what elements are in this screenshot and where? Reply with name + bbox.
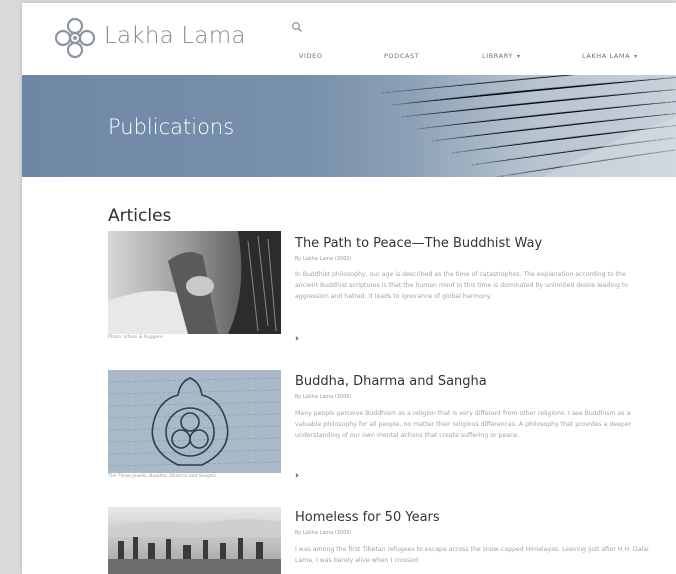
article-item: Photo: Istvan & Ruggero The Path to Peac…: [108, 231, 668, 361]
search-icon[interactable]: [291, 21, 303, 33]
article-byline: By Lakha Lama (2006): [295, 394, 352, 400]
page-title: Publications: [108, 115, 235, 139]
article-thumbnail[interactable]: [108, 507, 281, 574]
section-title: Articles: [108, 206, 172, 226]
article-excerpt: Many people perceive Buddhism as a relig…: [295, 410, 632, 439]
article-title[interactable]: Buddha, Dharma and Sangha: [295, 374, 487, 389]
three-jewels-image: [108, 370, 281, 473]
article-byline: By Lakha Lama (2002): [295, 256, 352, 262]
nav-video[interactable]: VIDEO: [299, 52, 323, 60]
nav-podcast[interactable]: PODCAST: [384, 52, 419, 60]
nav-lakha-lama-label: LAKHA LAMA: [582, 52, 631, 60]
article-title[interactable]: The Path to Peace—The Buddhist Way: [295, 236, 542, 251]
article-thumbnail[interactable]: [108, 231, 281, 334]
nav-podcast-label: PODCAST: [384, 52, 420, 60]
nav-library[interactable]: LIBRARY ▾: [482, 52, 521, 60]
chevron-down-icon: ▾: [634, 53, 638, 60]
nav-library-label: LIBRARY: [482, 52, 513, 60]
nav-video-label: VIDEO: [299, 52, 323, 60]
page: Lakha Lama VIDEO PODCAST LIBRARY ▾ LAKHA …: [22, 3, 676, 574]
refugees-photo-image: [108, 507, 281, 574]
article-item: The Three Jewels: Buddha, Dharma and San…: [108, 370, 668, 500]
article-excerpt: In Buddhist philosophy, our age is descr…: [295, 271, 629, 300]
article-item: Homeless for 50 Years By Lakha Lama (200…: [108, 507, 668, 574]
hero-banner: Publications: [22, 75, 676, 177]
article-byline: By Lakha Lama (2009): [295, 530, 352, 536]
site-header: Lakha Lama VIDEO PODCAST LIBRARY ▾ LAKHA …: [22, 3, 676, 75]
nav-lakha-lama[interactable]: LAKHA LAMA ▾: [582, 52, 638, 60]
article-excerpt: I was among the first Tibetan refugees t…: [295, 546, 649, 564]
chevron-down-icon: ▾: [516, 53, 521, 60]
endless-knot-logo-icon[interactable]: [52, 15, 98, 61]
site-brand[interactable]: Lakha Lama: [104, 23, 246, 49]
tibetan-manuscript-image: [381, 75, 676, 177]
image-caption: The Three Jewels: Buddha, Dharma and San…: [108, 474, 216, 479]
read-more-chevron-icon[interactable]: ›: [295, 334, 299, 344]
image-caption: Photo: Istvan & Ruggero: [108, 335, 163, 340]
hands-photo-image: [108, 231, 281, 334]
read-more-chevron-icon[interactable]: ›: [295, 471, 299, 481]
article-thumbnail[interactable]: [108, 370, 281, 473]
article-title[interactable]: Homeless for 50 Years: [295, 510, 440, 525]
